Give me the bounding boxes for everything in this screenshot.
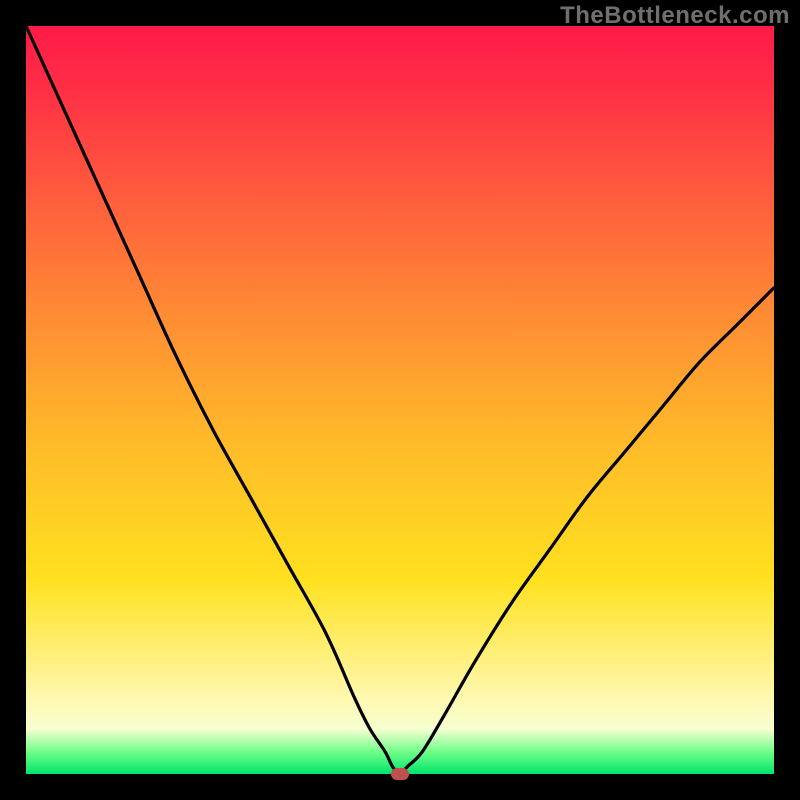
curve-svg	[26, 26, 774, 774]
plot-area	[26, 26, 774, 774]
chart-frame: TheBottleneck.com	[0, 0, 800, 800]
bottleneck-curve-path	[26, 26, 774, 774]
min-marker	[391, 768, 409, 780]
